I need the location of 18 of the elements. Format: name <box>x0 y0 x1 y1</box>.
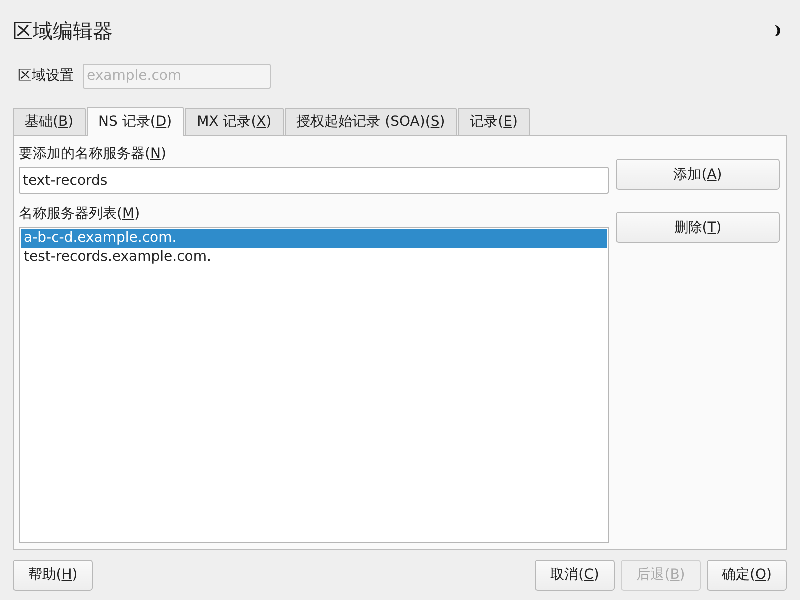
tab[interactable]: MX 记录(X) <box>185 108 284 135</box>
footer-button[interactable]: 确定(O) <box>707 560 787 590</box>
name-server-field[interactable]: text-records <box>19 167 609 194</box>
footer-button[interactable]: 取消(C) <box>535 560 615 590</box>
tab[interactable]: NS 记录(D) <box>86 107 184 136</box>
list-item[interactable]: a-b-c-d.example.com. <box>21 229 607 248</box>
list-item[interactable]: test-records.example.com. <box>21 248 607 267</box>
tab[interactable]: 记录(E) <box>458 108 530 135</box>
footer-button[interactable]: 帮助(H) <box>13 560 93 590</box>
add-button[interactable]: 添加(A) <box>616 159 780 190</box>
tab[interactable]: 授权起始记录 (SOA)(S) <box>284 108 458 135</box>
zone-field[interactable]: example.com <box>83 64 271 88</box>
list-label: 名称服务器列表(M) <box>19 205 142 224</box>
field-label: 区域设置 <box>18 67 74 85</box>
tab[interactable]: 基础(B) <box>13 108 86 135</box>
delete-button[interactable]: 删除(T) <box>616 212 780 243</box>
window-title: 区域编辑器 <box>13 18 113 44</box>
field-label: 要添加的名称服务器(N) <box>19 145 168 164</box>
